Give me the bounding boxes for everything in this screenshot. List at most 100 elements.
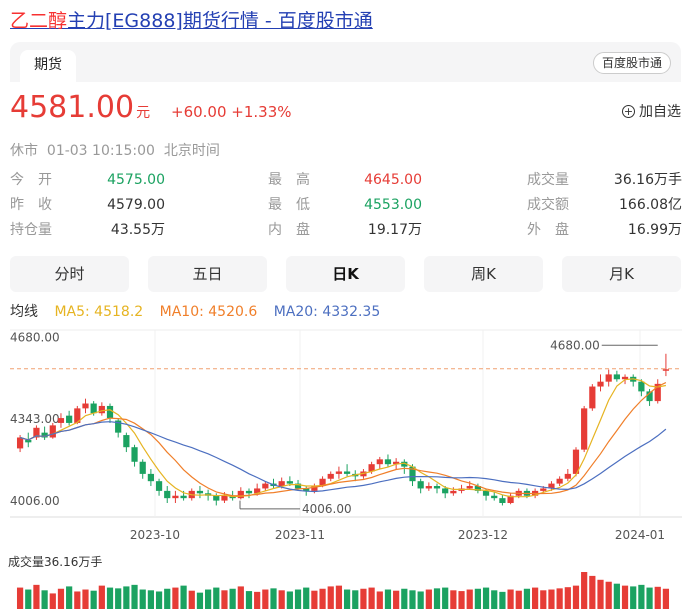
volume-bar (335, 585, 343, 609)
volume-bar (491, 590, 498, 609)
tab-period-4[interactable]: 月K (562, 256, 681, 292)
candle-body (164, 490, 171, 499)
candle-body (589, 386, 596, 409)
volume-bar (139, 589, 146, 609)
candle-body (155, 481, 163, 491)
candle-body (286, 481, 293, 484)
stat-value: 4645.00 (364, 172, 422, 188)
ma-legend: 均线 MA5: 4518.2 MA10: 4520.6 MA20: 4332.3… (10, 301, 392, 321)
volume-bar (474, 588, 481, 609)
volume-bar (376, 591, 383, 609)
page-title[interactable]: 乙二醇主力[EG888]期货行情 - 百度股市通 (10, 6, 373, 33)
volume-bar (172, 587, 179, 609)
volume-bar (621, 585, 629, 609)
candle-body (278, 481, 285, 487)
candle-body (180, 495, 187, 499)
period-tabs: 分时 五日 日K 周K 月K (10, 256, 681, 292)
ma-label: 均线 (10, 304, 38, 320)
stat-value: 4575.00 (107, 172, 165, 188)
change-percent: +1.33% (231, 103, 292, 121)
volume-bar (319, 588, 326, 609)
candle-body (499, 498, 506, 504)
title-rest: 主力[EG888]期货行情 - 百度股市通 (67, 10, 373, 32)
market-status: 休市 01-03 10:15:00 北京时间 (10, 140, 220, 160)
stat-value: 43.55万 (110, 222, 165, 238)
volume-bar (630, 586, 637, 609)
status-time: 01-03 10:15:00 (46, 143, 155, 159)
stat-label: 最 低 (268, 197, 310, 213)
volume-bar (507, 589, 514, 609)
volume-bar (352, 590, 359, 609)
volume-bar (41, 590, 48, 609)
volume-bar (57, 588, 65, 609)
stat-label: 成交量 (527, 172, 569, 188)
volume-bar (523, 588, 531, 609)
x-tick-label: 2023-11 (275, 528, 325, 542)
stat-label: 成交额 (527, 197, 569, 213)
candle-body (123, 435, 130, 448)
stat-label: 最 高 (268, 172, 310, 188)
candle-body (131, 447, 138, 462)
candle-body (482, 490, 490, 496)
price-change: +60.00 +1.33% (171, 103, 292, 121)
volume-bar (131, 584, 138, 609)
volume-bar (262, 589, 269, 609)
volume-bar (597, 579, 604, 609)
volume-bar (82, 589, 89, 609)
candle-body (262, 483, 269, 489)
ma5-value: MA5: 4518.2 (54, 304, 144, 320)
x-tick-label: 2023-12 (458, 528, 508, 542)
candle-body (196, 490, 204, 494)
candle-body (106, 405, 114, 419)
volume-bar (613, 583, 620, 609)
stat-value: 166.08亿 (619, 197, 682, 213)
candle-body (466, 486, 473, 489)
candle-body (66, 415, 73, 423)
volume-bar (229, 588, 236, 609)
volume-bar (245, 591, 253, 609)
volume-bar (572, 585, 580, 609)
volume-bar (393, 590, 400, 609)
volume-bar (49, 593, 56, 609)
candle-body (82, 403, 89, 409)
volume-bar (33, 584, 40, 609)
volume-bar (425, 589, 432, 609)
kline-chart[interactable]: 2023-10 2023-11 2023-12 2024-01 4680.00 4343.… (0, 320, 697, 615)
volume-bar (532, 587, 539, 609)
add-watchlist-button[interactable]: + 加自选 (622, 101, 681, 121)
candle-body (613, 374, 620, 380)
volume-bar (589, 575, 596, 609)
candle-body (139, 461, 146, 474)
volume-bar (66, 586, 73, 609)
tab-period-0[interactable]: 分时 (10, 256, 129, 292)
candle-body (605, 374, 612, 382)
stat-value: 16.99万 (627, 222, 682, 238)
candle-body (564, 473, 571, 479)
candle-body (49, 425, 56, 438)
price-unit: 元 (136, 105, 151, 121)
tab-period-2[interactable]: 日K (286, 256, 405, 292)
tab-futures[interactable]: 期货 (20, 50, 76, 82)
volume-bar (147, 590, 154, 609)
y-tick-label: 4006.00 (10, 494, 60, 508)
candle-body (425, 486, 432, 489)
candle-body (245, 490, 253, 494)
volume-bar (237, 586, 244, 609)
y-tick-label: 4680.00 (10, 330, 60, 344)
candle-body (16, 437, 24, 449)
volume-label: 成交量36.16万手 (8, 555, 103, 569)
source-badge[interactable]: 百度股市通 (592, 52, 671, 74)
volume-bar (327, 586, 334, 609)
candle-body (213, 495, 220, 501)
candle-body (57, 418, 65, 423)
volume-bar (662, 588, 670, 609)
volume-bar (106, 587, 114, 609)
candle-body (638, 381, 645, 392)
stat-value: 19.17万 (367, 222, 422, 238)
volume-bar (205, 589, 212, 609)
volume-bar (196, 592, 204, 609)
tab-period-1[interactable]: 五日 (148, 256, 267, 292)
volume-bar (123, 586, 130, 609)
tab-period-3[interactable]: 周K (424, 256, 543, 292)
volume-bar (401, 588, 408, 609)
